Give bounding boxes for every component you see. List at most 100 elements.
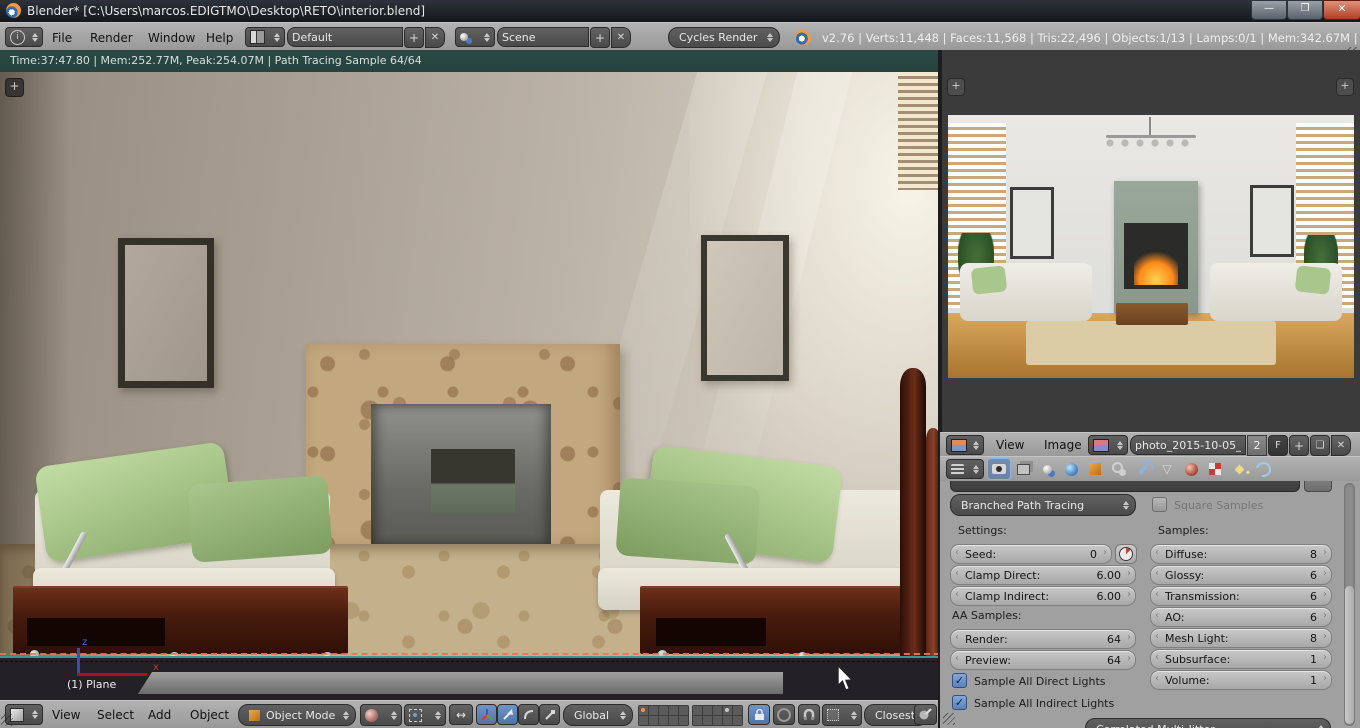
expand-panel-button[interactable]: + — [5, 78, 24, 97]
menu-view3d-view[interactable]: View — [52, 708, 80, 722]
layer-cell[interactable] — [693, 716, 702, 725]
mesh-light-samples-field[interactable]: Mesh Light: 8 — [1150, 628, 1332, 648]
layer-cell[interactable] — [679, 716, 688, 725]
tab-world[interactable] — [1060, 459, 1082, 479]
manipulator-axis-button[interactable] — [476, 704, 497, 725]
menu-render[interactable]: Render — [90, 31, 133, 45]
menu-help[interactable]: Help — [206, 31, 233, 45]
editor-type-selector[interactable] — [946, 435, 984, 455]
tab-constraints[interactable] — [1108, 459, 1130, 479]
tab-object-data[interactable]: ▽ — [1156, 459, 1178, 479]
minimize-button[interactable]: — — [1251, 0, 1287, 20]
menu-image[interactable]: Image — [1044, 438, 1082, 452]
tab-scene[interactable] — [1036, 459, 1058, 479]
tab-modifiers[interactable] — [1132, 456, 1156, 479]
layer-cell[interactable] — [659, 706, 668, 715]
tab-render-layers[interactable] — [1012, 459, 1034, 479]
tab-material[interactable] — [1180, 459, 1202, 479]
layer-cell[interactable] — [669, 716, 678, 725]
open-image-button[interactable] — [1310, 435, 1330, 456]
layer-cell[interactable] — [703, 716, 712, 725]
lock-to-scene-button[interactable] — [748, 704, 770, 725]
manipulator-scale-button[interactable] — [539, 704, 560, 725]
layer-cell[interactable] — [713, 716, 722, 725]
proportional-edit-button[interactable] — [773, 704, 795, 725]
seed-animate-button[interactable] — [1115, 544, 1137, 564]
add-scene-button[interactable] — [590, 27, 610, 48]
manipulator-translate-button[interactable] — [497, 704, 518, 725]
tab-physics[interactable] — [1252, 458, 1274, 480]
integrator-preset-dropdown[interactable] — [950, 481, 1300, 492]
sampling-pattern-dropdown[interactable]: Correlated Multi-Jitter — [1085, 718, 1331, 728]
viewport-3d[interactable]: z x (1) Plane + — [0, 72, 940, 700]
expand-panel-button[interactable]: + — [1336, 78, 1354, 96]
menu-view3d-object[interactable]: Object — [190, 708, 229, 722]
subsurface-samples-field[interactable]: Subsurface: 1 — [1150, 649, 1332, 669]
clamp-direct-field[interactable]: Clamp Direct: 6.00 — [950, 565, 1136, 585]
menu-view[interactable]: View — [996, 438, 1024, 452]
restore-button[interactable]: ❐ — [1287, 0, 1323, 20]
snap-element-dropdown[interactable] — [822, 704, 862, 726]
screen-layout-icon-button[interactable] — [245, 27, 285, 47]
aa-preview-field[interactable]: Preview: 64 — [950, 650, 1136, 670]
area-corner-grip[interactable] — [943, 713, 955, 725]
menu-file[interactable]: File — [52, 31, 72, 45]
volume-samples-field[interactable]: Volume: 1 — [1150, 670, 1332, 690]
ao-samples-field[interactable]: AO: 6 — [1150, 607, 1332, 627]
layer-cell[interactable] — [693, 706, 702, 715]
layer-cell[interactable] — [733, 716, 742, 725]
delete-scene-button[interactable] — [611, 27, 631, 48]
area-corner-grip[interactable] — [1, 714, 13, 726]
preset-add-button[interactable] — [1304, 481, 1332, 492]
scene-icon-button[interactable] — [455, 27, 495, 47]
layer-cell[interactable] — [649, 706, 658, 715]
diffuse-samples-field[interactable]: Diffuse: 8 — [1150, 544, 1332, 564]
render-engine-dropdown[interactable]: Cycles Render — [668, 27, 780, 48]
layer-cell[interactable] — [733, 706, 742, 715]
image-users-button[interactable]: 2 — [1247, 435, 1267, 456]
manipulator-rotate-button[interactable] — [518, 704, 539, 725]
clamp-indirect-field[interactable]: Clamp Indirect: 6.00 — [950, 586, 1136, 606]
snap-toggle-button[interactable] — [798, 704, 820, 725]
layer-cell[interactable] — [679, 706, 688, 715]
layers-widget-group2[interactable] — [692, 705, 743, 726]
layer-cell[interactable] — [713, 706, 722, 715]
fake-user-button[interactable]: F — [1268, 435, 1288, 456]
viewport-shading-dropdown[interactable] — [360, 704, 402, 726]
mode-dropdown[interactable]: Object Mode — [238, 704, 356, 726]
aa-render-field[interactable]: Render: 64 — [950, 629, 1136, 649]
integrator-dropdown[interactable]: Branched Path Tracing — [950, 494, 1136, 516]
seed-field[interactable]: Seed: 0 — [950, 544, 1112, 564]
scrollbar-thumb[interactable] — [1345, 586, 1354, 724]
new-image-button[interactable] — [1289, 435, 1309, 456]
tab-render[interactable] — [988, 459, 1010, 479]
area-separator[interactable] — [938, 50, 940, 728]
editor-type-selector[interactable] — [946, 459, 984, 479]
scene-name[interactable]: Scene — [497, 27, 589, 47]
transform-orientation-dropdown[interactable]: Global — [563, 704, 633, 726]
glossy-samples-field[interactable]: Glossy: 6 — [1150, 565, 1332, 585]
menu-window[interactable]: Window — [148, 31, 195, 45]
image-name-field[interactable]: photo_2015-10-05_... — [1130, 435, 1246, 455]
image-browse-dropdown[interactable] — [1088, 435, 1128, 455]
layer-cell[interactable] — [703, 706, 712, 715]
properties-scrollbar[interactable] — [1344, 483, 1355, 726]
expand-panel-button[interactable]: + — [947, 78, 965, 96]
tab-texture[interactable] — [1204, 459, 1226, 479]
layer-cell[interactable] — [639, 716, 648, 725]
layer-cell[interactable] — [669, 706, 678, 715]
screen-layout-name[interactable]: Default — [287, 27, 403, 47]
layer-cell[interactable] — [639, 706, 648, 715]
menu-view3d-select[interactable]: Select — [97, 708, 134, 722]
unlink-image-button[interactable] — [1331, 435, 1351, 456]
tab-object[interactable] — [1084, 459, 1106, 479]
layers-widget-group1[interactable] — [638, 705, 689, 726]
editor-type-selector[interactable]: i — [5, 27, 43, 47]
delete-layout-button[interactable] — [425, 27, 445, 48]
add-layout-button[interactable] — [404, 27, 424, 48]
layer-cell[interactable] — [649, 716, 658, 725]
opengl-render-button[interactable] — [914, 704, 937, 725]
transmission-samples-field[interactable]: Transmission: 6 — [1150, 586, 1332, 606]
layer-cell[interactable] — [723, 716, 732, 725]
tab-particles[interactable] — [1228, 459, 1250, 479]
